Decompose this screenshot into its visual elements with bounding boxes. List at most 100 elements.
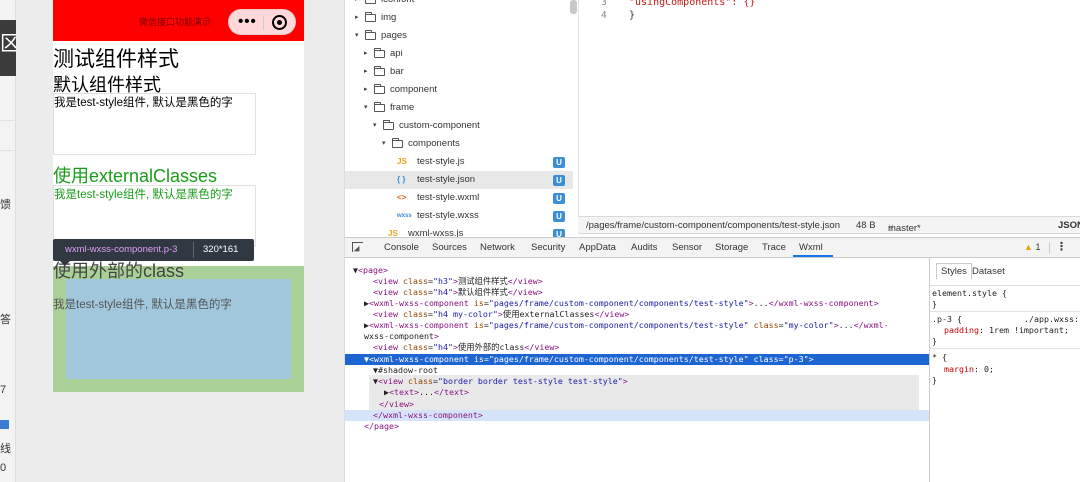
dom-node-line[interactable]: ▶<text>...</text> — [345, 387, 929, 398]
more-dots-icon[interactable]: ••• — [238, 13, 257, 30]
dom-node-line[interactable]: </view> — [345, 399, 929, 410]
heading-default-style: 测试组件样式 — [53, 48, 179, 71]
dom-node-line[interactable]: ▼<wxml-wxss-component is="pages/frame/cu… — [345, 354, 929, 365]
style-value: 0; — [983, 364, 994, 374]
file-tree-item[interactable]: { } test-style.json U — [345, 171, 573, 189]
file-tree-item[interactable]: ▾ components — [345, 135, 573, 153]
caret-down-icon[interactable]: ▾ — [355, 27, 359, 45]
style-rule-selector[interactable]: * { — [932, 352, 947, 362]
navbar-title: 微信接口功能演示 — [139, 17, 212, 27]
left-strip-char: 7 — [0, 384, 7, 396]
file-tree-label: component — [390, 84, 438, 95]
tab-styles[interactable]: Styles — [936, 263, 972, 280]
warning-icon: ▲ — [1024, 242, 1033, 252]
file-tree-item[interactable]: <> test-style.wxml U — [345, 189, 573, 207]
dom-node-line[interactable]: ▼<page> — [345, 265, 929, 276]
code-line[interactable]: } — [629, 10, 635, 21]
file-tree-label: test-style.json — [417, 174, 476, 185]
close-target-icon[interactable] — [272, 15, 287, 30]
caret-right-icon[interactable]: ▸ — [355, 9, 359, 27]
component-text: 我是test-style组件, 默认是黑色的字 — [54, 97, 233, 109]
file-tree-item[interactable]: ▸ component — [345, 81, 573, 99]
folder-open-icon — [392, 138, 403, 148]
tab-network[interactable]: Network — [480, 242, 515, 253]
dom-node-line[interactable]: ▶<wxml-wxss-component is="pages/frame/cu… — [345, 298, 929, 309]
file-tree-item[interactable]: ▾ custom-component — [345, 117, 573, 135]
file-tree-item[interactable]: ▸ iconfont — [345, 0, 573, 9]
file-tree-item[interactable]: ▸ img — [345, 9, 573, 27]
untracked-badge: U — [553, 229, 565, 237]
dom-node-line[interactable]: </page> — [345, 421, 929, 432]
dom-node-line[interactable]: ▼<view class="border border test-style t… — [345, 376, 929, 387]
file-tree-label: test-style.wxml — [417, 192, 480, 203]
tab-security[interactable]: Security — [531, 242, 565, 253]
dom-node-line[interactable]: wxss-component> — [345, 331, 929, 342]
left-strip-char: 0 — [0, 462, 7, 474]
language-mode[interactable]: JSON — [1058, 220, 1080, 231]
tab-dataset[interactable]: Dataset — [972, 266, 1005, 277]
dom-node-line[interactable]: </wxml-wxss-component> — [345, 410, 929, 421]
tab-wxml[interactable]: Wxml — [799, 242, 823, 253]
left-strip-char: 区 — [0, 33, 16, 55]
caret-right-icon[interactable]: ▸ — [364, 45, 368, 63]
caret-down-icon[interactable]: ▾ — [373, 117, 377, 135]
dom-node-line[interactable]: <view class="h4">使用外部的class</view> — [345, 342, 929, 353]
file-tree-item[interactable]: ▾ pages — [345, 27, 573, 45]
warning-count[interactable]: ▲ 1 — [1024, 242, 1040, 252]
tab-sensor[interactable]: Sensor — [672, 242, 702, 253]
tab-sources[interactable]: Sources — [432, 242, 467, 253]
left-strip-char: 答 — [0, 314, 11, 326]
file-tree-item[interactable]: wxss test-style.wxss U — [345, 207, 573, 225]
dom-node-line[interactable]: ▼#shadow-root — [345, 365, 929, 376]
file-tree-item[interactable]: JS wxml-wxss.js U — [345, 225, 573, 237]
caret-down-icon[interactable]: ▾ — [364, 99, 368, 117]
tab-trace[interactable]: Trace — [762, 242, 786, 253]
tab-storage[interactable]: Storage — [715, 242, 748, 253]
caret-right-icon[interactable]: ▸ — [355, 0, 359, 9]
active-tab-underline — [793, 255, 833, 257]
dom-node-line[interactable]: <view class="h3">测试组件样式</view> — [345, 276, 929, 287]
highlight-content-overlay — [66, 279, 291, 379]
js-file-icon: JS — [388, 229, 398, 237]
caret-right-icon[interactable]: ▸ — [364, 63, 368, 81]
test-style-component-3-text: 我是test-style组件, 默认是黑色的字 — [53, 299, 232, 311]
more-vertical-icon[interactable]: ⋮ — [1056, 240, 1067, 253]
file-tree-scrollbar[interactable] — [570, 0, 577, 14]
code-token: "usingComponents": {} — [629, 0, 756, 8]
capsule-menu[interactable]: ••• — [228, 9, 296, 35]
divider — [930, 311, 1080, 312]
warning-number: 1 — [1035, 242, 1041, 252]
code-line[interactable]: "usingComponents": {} — [629, 0, 755, 8]
js-file-icon: JS — [397, 157, 407, 166]
file-tree-item[interactable]: JS test-style.js U — [345, 153, 573, 171]
left-strip-char: 馈 — [0, 199, 11, 211]
wxml-file-icon: <> — [397, 193, 407, 202]
file-tree-item[interactable]: ▸ bar — [345, 63, 573, 81]
untracked-badge: U — [553, 175, 565, 186]
dom-node-line[interactable]: <view class="h4">默认组件样式</view> — [345, 287, 929, 298]
code-editor[interactable]: 3 "usingComponents": {} 4 } — [578, 0, 1080, 216]
style-rule-selector[interactable]: element.style { — [932, 288, 1007, 298]
file-tree-label: test-style.wxss — [417, 210, 479, 221]
inspect-element-icon[interactable] — [352, 242, 363, 252]
dom-node-line[interactable]: ▶<wxml-wxss-component is="pages/frame/cu… — [345, 320, 929, 331]
caret-down-icon[interactable]: ▾ — [382, 135, 386, 153]
divider — [0, 120, 16, 121]
style-declaration[interactable]: padding: 1rem !important; — [944, 325, 1069, 335]
folder-icon — [365, 12, 376, 22]
tab-console[interactable]: Console — [384, 242, 419, 253]
style-source-link[interactable]: ./app.wxss: — [1024, 314, 1079, 324]
style-declaration[interactable]: margin: 0; — [944, 364, 994, 374]
left-strip-char: 线 — [0, 443, 11, 455]
style-rule-selector[interactable]: .p-3 { — [932, 314, 962, 324]
untracked-badge: U — [553, 193, 565, 204]
test-style-component-1: 我是test-style组件, 默认是黑色的字 — [53, 93, 256, 155]
caret-right-icon[interactable]: ▸ — [364, 81, 368, 99]
tab-appdata[interactable]: AppData — [579, 242, 616, 253]
file-tree-item[interactable]: ▸ api — [345, 45, 573, 63]
tab-audits[interactable]: Audits — [631, 242, 657, 253]
file-tree-item[interactable]: ▾ frame — [345, 99, 573, 117]
style-property: margin — [944, 364, 974, 374]
wxml-dom-tree: ▼<page> <view class="h3">测试组件样式</view> <vi… — [345, 258, 929, 482]
dom-node-line[interactable]: <view class="h4 my-color">使用externalClas… — [345, 309, 929, 320]
